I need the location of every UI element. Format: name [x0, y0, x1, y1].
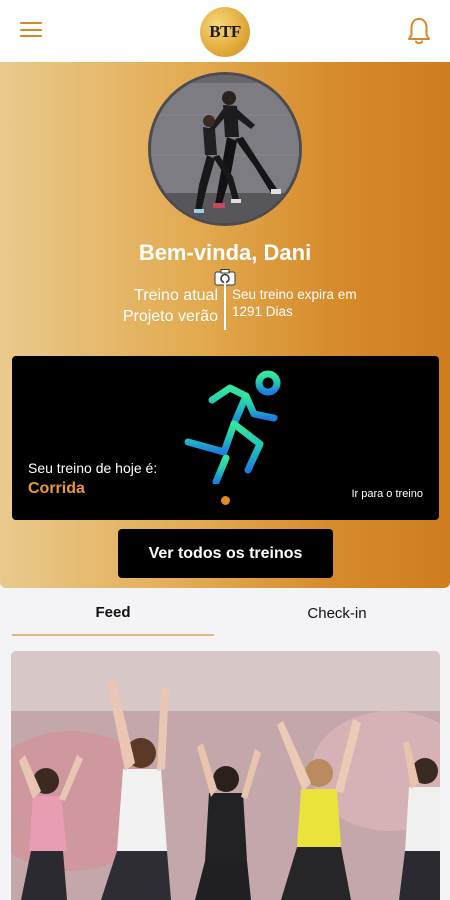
- today-workout-label: Seu treino de hoje é:: [28, 460, 158, 476]
- tab-feed[interactable]: Feed: [12, 590, 214, 636]
- logo-text: BTF: [209, 22, 241, 41]
- feed-post-image[interactable]: [11, 651, 440, 900]
- today-workout-value: Corrida: [28, 480, 85, 497]
- hamburger-menu-icon[interactable]: [20, 22, 42, 40]
- info-divider: [224, 280, 226, 330]
- view-all-workouts-button[interactable]: Ver todos os treinos: [118, 529, 333, 578]
- carousel-indicator: [221, 496, 230, 505]
- tab-bar: Feed Check-in: [0, 590, 450, 638]
- go-to-workout-link[interactable]: Ir para o treino: [351, 488, 423, 500]
- runners-photo: [151, 75, 299, 223]
- greeting-title: Bem-vinda, Dani: [138, 240, 312, 265]
- today-workout-card[interactable]: Seu treino de hoje é: Corrida Ir para o …: [12, 356, 439, 520]
- profile-avatar[interactable]: [148, 72, 302, 226]
- tab-check-in[interactable]: Check-in: [236, 590, 438, 636]
- running-person-icon: [184, 370, 281, 484]
- current-workout-label: Treino atual: [134, 287, 218, 304]
- brand-logo: BTF: [200, 7, 250, 57]
- expiry-label: Seu treino expira em: [232, 287, 357, 302]
- dance-class-photo: [11, 651, 440, 900]
- hero-section: Bem-vinda, Dani Treino atual Projeto ver…: [0, 62, 450, 588]
- expiry-info: Seu treino expira em 1291 Dias: [232, 286, 432, 320]
- bell-icon[interactable]: [406, 16, 432, 46]
- top-app-bar: BTF: [0, 0, 450, 62]
- expiry-value: 1291 Dias: [232, 304, 293, 319]
- current-workout-info: Treino atual Projeto verão: [60, 285, 218, 327]
- current-workout-value: Projeto verão: [122, 308, 218, 325]
